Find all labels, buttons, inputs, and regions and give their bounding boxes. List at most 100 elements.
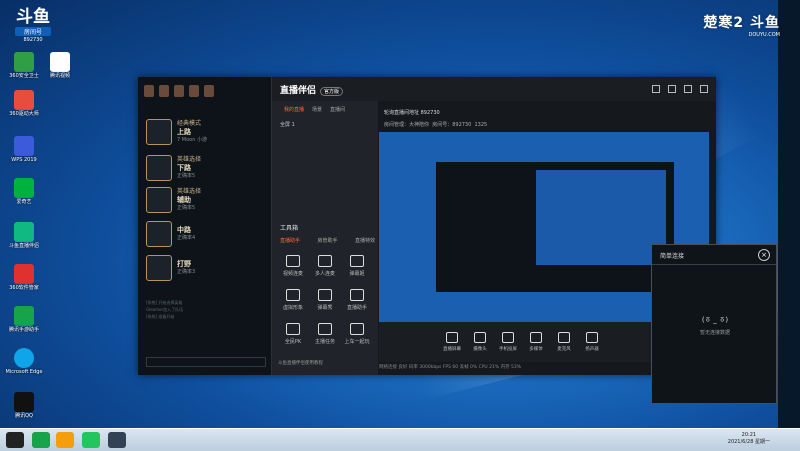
screen-icon <box>446 332 458 343</box>
version-badge: 官方版 <box>320 87 344 96</box>
watermark-title: 楚寒2 <box>703 15 745 31</box>
settings-icon[interactable] <box>652 85 660 93</box>
video-icon <box>286 255 300 267</box>
lane-slot[interactable]: 英雄选择 下路 正确率5 <box>146 153 271 183</box>
desktop-icon[interactable]: 360软件管家 <box>4 264 44 291</box>
phone-button[interactable]: 手机投屏 <box>495 332 521 352</box>
app-title: 直播伴侣 官方版 <box>280 83 344 96</box>
minimize-icon[interactable] <box>668 85 676 93</box>
tool-tabs: 直播助手 房管助手 直播特效 <box>280 237 375 244</box>
desktop-icon[interactable]: Microsoft Edge <box>4 348 44 375</box>
danmu-icon <box>350 255 364 267</box>
lane-slot[interactable]: 经典模式 上路 7 Moon 小游 <box>146 117 271 147</box>
screen-button[interactable]: 直播屏幕 <box>439 332 465 352</box>
assist-icon <box>350 289 364 301</box>
toolbox-title: 工具箱 <box>280 225 299 232</box>
champion-row <box>138 77 271 107</box>
champion-portrait <box>146 255 172 281</box>
taskbar: 20:21 2021/6/28 星期一 <box>0 428 800 451</box>
edge-icon <box>14 348 34 368</box>
tool-button[interactable]: 直播助手 <box>342 289 372 311</box>
lol-client-panel: 经典模式 上路 7 Moon 小游 英雄选择 下路 正确率5 英雄选择 辅助 正确率5 中路… <box>138 77 272 375</box>
chat-log: [系统] 开始选择英雄 Gleamer加入了队伍 [系统] 准备开始 <box>146 300 184 319</box>
desktop-icon[interactable]: 爱奇艺 <box>4 178 44 205</box>
tab-room[interactable]: 直播间 <box>330 103 345 117</box>
room-label: 房间号 <box>15 27 51 36</box>
room-info: 房间管理：大神陪你 房间号：892730 1325 <box>384 122 488 128</box>
nested-preview <box>436 162 674 292</box>
clock[interactable]: 20:21 2021/6/28 星期一 <box>728 432 770 446</box>
tool-button[interactable]: 弹幕姬 <box>342 255 372 277</box>
desktop-icon[interactable]: WPS 2019 <box>4 136 44 163</box>
right-strip <box>778 0 800 428</box>
chat-input[interactable] <box>146 357 266 367</box>
empty-face: (ㆆ _ ㆆ) <box>701 316 729 324</box>
lane-slot[interactable]: 中路 正确率4 <box>146 219 271 249</box>
connection-popup: 简单连接 × (ㆆ _ ㆆ) 暂无连接数据 <box>651 244 777 404</box>
tool-tab[interactable]: 直播特效 <box>355 237 375 244</box>
champion-portrait <box>146 187 172 213</box>
tool-button[interactable]: 主播任务 <box>310 323 340 345</box>
room-badge: 斗鱼 房间号 892730 <box>12 8 54 43</box>
champion-portrait <box>146 221 172 247</box>
close-icon[interactable] <box>700 85 708 93</box>
avatar-icon <box>286 289 300 301</box>
tutorial-link[interactable]: 斗鱼直播伴侣使用教程 <box>278 360 323 366</box>
app-icon <box>14 222 34 242</box>
task-icon <box>318 323 332 335</box>
champion-portrait <box>146 119 172 145</box>
camera-icon <box>474 332 486 343</box>
watermark-brand: 斗鱼 <box>750 15 780 31</box>
app-icon <box>14 52 34 72</box>
taskbar-app[interactable] <box>32 432 50 448</box>
qq-icon <box>14 392 34 412</box>
tool-tab[interactable]: 直播助手 <box>280 237 300 244</box>
watermark-site: DOUYU.COM <box>748 32 781 38</box>
main-tabs: 我的直播 场景 直播间 <box>272 103 378 117</box>
media-button[interactable]: 多媒体 <box>523 332 549 352</box>
desktop-icon[interactable]: 360驱动大师 <box>4 90 44 117</box>
watermark: 楚寒2 斗鱼 DOUYU.COM <box>703 12 780 38</box>
tool-button[interactable]: 全民PK <box>278 323 308 345</box>
phone-icon <box>502 332 514 343</box>
maximize-icon[interactable] <box>684 85 692 93</box>
lane-slot[interactable]: 打野 正确率3 <box>146 253 271 283</box>
taskbar-app[interactable] <box>56 432 74 448</box>
tool-button[interactable]: 上车一起玩 <box>342 323 372 345</box>
car-icon <box>350 323 364 335</box>
douyu-logo: 斗鱼 <box>16 7 50 27</box>
desktop-icon[interactable]: 腾讯视频 <box>40 52 80 79</box>
scene-item[interactable]: 全屏 1 <box>280 121 295 128</box>
taskbar-app[interactable] <box>108 432 126 448</box>
tab-my-live[interactable]: 我的直播 <box>284 103 304 117</box>
app-header: 直播伴侣 官方版 <box>272 77 716 101</box>
iqiyi-icon <box>14 178 34 198</box>
room-bar: 轮询直播间地址 892730 房间管理：大神陪你 房间号：892730 1325 <box>378 103 716 131</box>
document-icon <box>50 52 70 72</box>
mic-button[interactable]: 麦克风 <box>551 332 577 352</box>
app-icon <box>14 90 34 110</box>
camera-button[interactable]: 摄像头 <box>467 332 493 352</box>
tool-tab[interactable]: 房管助手 <box>317 237 337 244</box>
tool-button[interactable]: 弹幕秀 <box>310 289 340 311</box>
lane-slot[interactable]: 英雄选择 辅助 正确率5 <box>146 185 271 215</box>
wps-icon <box>14 136 34 156</box>
tool-button[interactable]: 虚拟形象 <box>278 289 308 311</box>
desktop-icon[interactable]: 斗鱼直播伴侣 <box>4 222 44 249</box>
room-number: 892730 <box>23 37 43 43</box>
desktop-icon[interactable]: 腾讯QQ <box>4 392 44 419</box>
start-button[interactable] <box>6 432 24 448</box>
tab-scene[interactable]: 场景 <box>312 103 322 117</box>
streaming-app-window: 经典模式 上路 7 Moon 小游 英雄选择 下路 正确率5 英雄选择 辅助 正确率5 中路… <box>138 77 716 375</box>
desktop-icon[interactable]: 360安全卫士 <box>4 52 44 79</box>
group-icon <box>318 255 332 267</box>
close-icon[interactable]: × <box>758 249 770 261</box>
taskbar-app[interactable] <box>82 432 100 448</box>
window-controls <box>652 85 708 93</box>
app-icon <box>14 306 34 326</box>
tool-button[interactable]: 视频连麦 <box>278 255 308 277</box>
tool-button[interactable]: 多人连麦 <box>310 255 340 277</box>
speaker-button[interactable]: 扬声器 <box>579 332 605 352</box>
desktop-icon[interactable]: 腾讯手游助手 <box>4 306 44 333</box>
empty-message: 暂无连接数据 <box>699 330 730 336</box>
